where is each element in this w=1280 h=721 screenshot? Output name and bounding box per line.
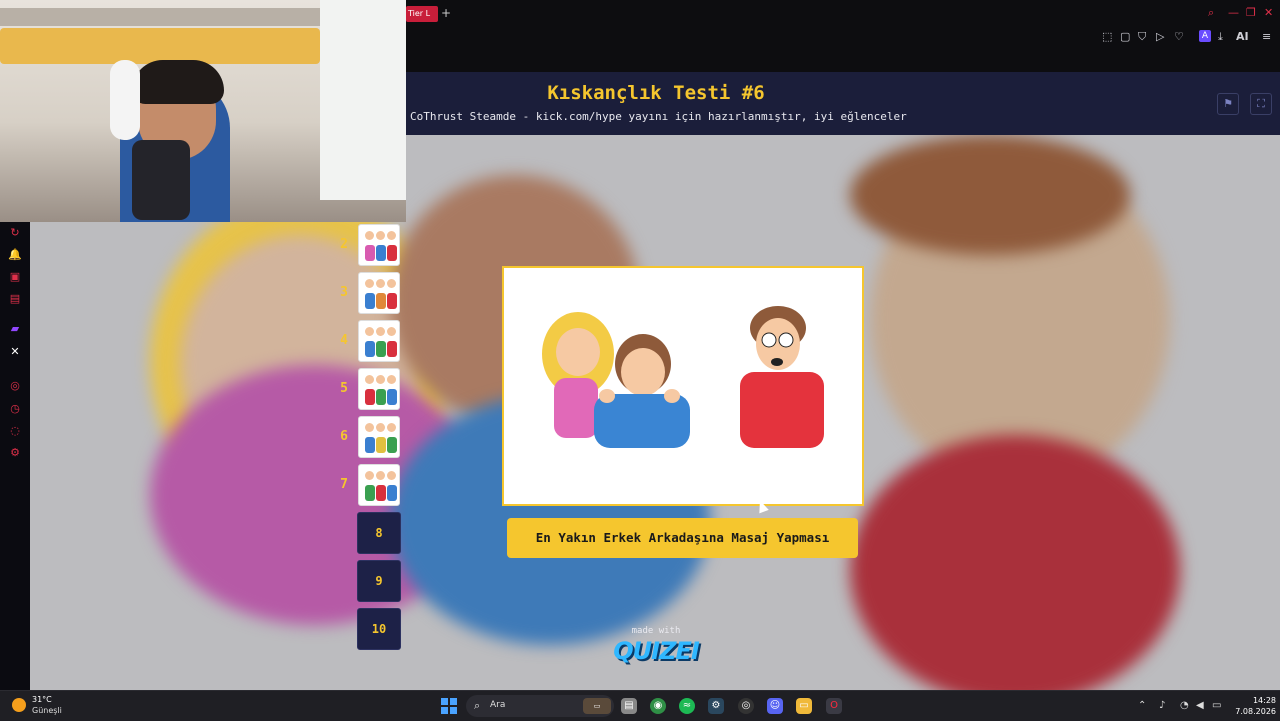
quiz-title: Kıskançlık Testi #6 (547, 82, 765, 104)
spotify-icon[interactable]: ≈ (679, 698, 695, 714)
search-placeholder: Ara (490, 700, 506, 710)
chat-icon[interactable]: ▣ (8, 270, 22, 284)
list-item[interactable]: 9 (332, 560, 402, 602)
question-illustration (542, 306, 824, 448)
list-item[interactable]: 6 (332, 416, 402, 458)
weather-temperature[interactable]: 31°C (32, 695, 52, 704)
weather-condition[interactable]: Güneşli (32, 706, 62, 715)
heart-icon[interactable]: ♡ (1174, 30, 1184, 43)
item-thumbnail (358, 320, 400, 362)
item-slot[interactable]: 8 (357, 512, 401, 554)
list-item[interactable]: 2 (332, 224, 402, 266)
file-icon[interactable]: ▤ (621, 698, 637, 714)
restore-icon[interactable]: ❐ (1246, 6, 1256, 19)
battery-icon[interactable]: ▭ (1212, 700, 1221, 711)
item-thumbnail (358, 416, 400, 458)
item-number: 5 (340, 381, 348, 396)
tab-icon[interactable]: ▢ (1120, 30, 1130, 43)
wifi-icon[interactable]: ◔ (1180, 700, 1189, 711)
chrome-icon[interactable]: ◉ (650, 698, 666, 714)
search-icon[interactable]: ⌕ (1208, 6, 1214, 20)
list-item[interactable]: 8 (332, 512, 402, 554)
list-item[interactable]: 7 (332, 464, 402, 506)
item-slot[interactable]: 10 (357, 608, 401, 650)
discord-icon[interactable]: ☺ (767, 698, 783, 714)
obs-icon[interactable]: ◎ (738, 698, 754, 714)
mail-icon[interactable]: ▤ (8, 292, 22, 306)
twitch-icon[interactable]: ▰ (8, 322, 22, 336)
gear-icon[interactable]: ⚙ (8, 446, 22, 460)
minimize-icon[interactable]: — (1228, 6, 1239, 19)
item-thumbnail (358, 272, 400, 314)
refresh-icon[interactable]: ↻ (8, 226, 22, 240)
gift-icon[interactable]: ◌ (8, 424, 22, 438)
bookmark-icon[interactable]: ⬚ (1102, 30, 1112, 43)
close-icon[interactable]: ✕ (1264, 6, 1273, 19)
list-item[interactable]: 10 (332, 608, 402, 650)
menu-icon[interactable]: ≡ (1262, 30, 1271, 43)
alert-icon[interactable]: 🔔 (8, 248, 22, 262)
extension-icon[interactable]: A (1199, 30, 1211, 42)
windows-taskbar (0, 690, 1280, 721)
chevron-up-icon[interactable]: ⌃ (1138, 700, 1146, 711)
x-icon[interactable]: ✕ (8, 345, 22, 359)
settings-icon[interactable]: ◎ (8, 379, 22, 393)
quiz-subtitle: CoThrust Steamde - kick.com/hype yayını … (410, 110, 907, 123)
opera-icon[interactable]: O (826, 698, 842, 714)
list-item[interactable]: 4 (332, 320, 402, 362)
item-number: 4 (340, 333, 348, 348)
search-highlight-icon[interactable]: ▭ (583, 698, 611, 714)
steam-icon[interactable]: ⚙ (708, 698, 724, 714)
history-icon[interactable]: ◷ (8, 402, 22, 416)
item-number: 3 (340, 285, 348, 300)
browser-tab[interactable]: Tier L (406, 6, 438, 22)
made-with-label: made with (631, 626, 681, 636)
stream-sidebar: ↻ 🔔 ▣ ▤ ▰ ✕ ◎ ◷ ◌ ⚙ (0, 222, 30, 690)
question-caption: En Yakın Erkek Arkadaşına Masaj Yapması (507, 518, 858, 558)
explorer-icon[interactable]: ▭ (796, 698, 812, 714)
webcam-overlay (0, 0, 406, 222)
sun-icon[interactable] (12, 698, 26, 712)
download-icon[interactable]: ⤓ (1218, 30, 1223, 44)
quizei-logo[interactable]: QUIZEI (610, 637, 702, 665)
windows-start-icon[interactable] (441, 698, 457, 714)
flag-icon[interactable]: ⚑ (1217, 93, 1239, 115)
list-item[interactable]: 5 (332, 368, 402, 410)
fullscreen-icon[interactable]: ⛶ (1250, 93, 1272, 115)
item-number: 6 (340, 429, 348, 444)
clock-time[interactable]: 14:28 (1236, 696, 1276, 705)
play-icon[interactable]: ▷ (1156, 30, 1164, 43)
question-card[interactable] (502, 266, 864, 506)
browser-toolbar (406, 0, 1280, 72)
item-number: 2 (340, 237, 348, 252)
item-thumbnail (358, 464, 400, 506)
new-tab-icon[interactable]: + (441, 6, 451, 20)
item-number: 7 (340, 477, 348, 492)
item-thumbnail (358, 368, 400, 410)
microphone-icon[interactable]: ♪ (1159, 700, 1165, 711)
list-item[interactable]: 3 (332, 272, 402, 314)
volume-icon[interactable]: ◀ (1196, 700, 1204, 711)
item-thumbnail (358, 224, 400, 266)
clock-date[interactable]: 7.08.2026 (1226, 707, 1276, 716)
search-icon: ⌕ (474, 699, 481, 712)
ai-icon[interactable]: AI (1236, 30, 1249, 43)
shield-icon[interactable]: ⛉ (1138, 30, 1146, 44)
item-slot[interactable]: 9 (357, 560, 401, 602)
